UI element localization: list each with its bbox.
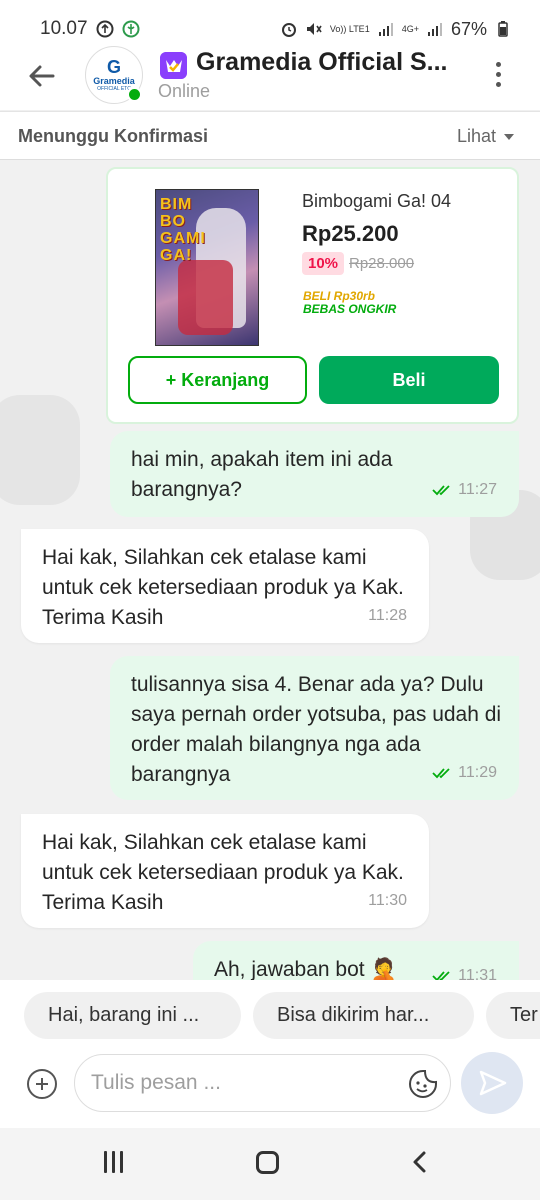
alarm-icon bbox=[281, 23, 296, 37]
message-time: 11:31 bbox=[458, 967, 497, 980]
message-text: Hai kak, Silahkan cek etalase kami untuk… bbox=[42, 546, 404, 629]
more-vertical-icon[interactable] bbox=[490, 62, 506, 90]
recent-apps-icon[interactable] bbox=[104, 1151, 128, 1173]
message-meta: 11:29 bbox=[432, 758, 497, 788]
message-bubble-incoming[interactable]: Hai kak, Silahkan cek etalase kami untuk… bbox=[21, 814, 429, 928]
message-bubble-incoming[interactable]: Hai kak, Silahkan cek etalase kami untuk… bbox=[21, 529, 429, 643]
product-card[interactable]: BIM BO GAMI GA! Bimbogami Ga! 04 Rp25.20… bbox=[106, 167, 519, 424]
order-status: Menunggu Konfirmasi bbox=[18, 126, 208, 146]
status-time: 10.07 bbox=[40, 18, 88, 39]
read-check-icon bbox=[432, 971, 450, 980]
notification-icon bbox=[96, 20, 114, 38]
message-meta: 11:30 bbox=[368, 886, 407, 916]
message-text: Hai kak, Silahkan cek etalase kami untuk… bbox=[42, 831, 404, 914]
quick-reply-bar: Hai, barang ini ... Bisa dikirim har... … bbox=[0, 980, 540, 1050]
read-check-icon bbox=[432, 485, 450, 496]
network-type: 4G+ bbox=[401, 23, 419, 34]
avatar-brand: Gramedia bbox=[93, 76, 135, 86]
free-shipping-badge: BELI Rp30rb BEBAS ONGKIR bbox=[303, 290, 396, 316]
message-text: hai min, apakah item ini ada barangnya? bbox=[131, 448, 393, 501]
order-status-bar: Menunggu Konfirmasi Lihat bbox=[0, 111, 540, 160]
system-nav-bar bbox=[0, 1128, 540, 1200]
home-icon[interactable] bbox=[256, 1151, 279, 1174]
message-text: Ah, jawaban bot 🤦 bbox=[214, 958, 397, 980]
original-price: Rp28.000 bbox=[349, 255, 415, 272]
sticker-icon[interactable] bbox=[408, 1069, 438, 1099]
battery-icon bbox=[498, 21, 508, 37]
arrow-left-icon[interactable] bbox=[26, 60, 58, 92]
message-time: 11:30 bbox=[368, 892, 407, 909]
background-decoration bbox=[0, 395, 80, 505]
see-order-label: Lihat bbox=[457, 126, 497, 146]
avatar-tagline: OFFICIAL ETC bbox=[97, 86, 131, 92]
read-check-icon bbox=[432, 768, 450, 779]
online-indicator bbox=[127, 87, 142, 102]
message-bubble-outgoing[interactable]: hai min, apakah item ini ada barangnya? … bbox=[110, 431, 519, 517]
chat-area[interactable]: BIM BO GAMI GA! Bimbogami Ga! 04 Rp25.20… bbox=[0, 160, 540, 980]
promo-line-2: BEBAS ONGKIR bbox=[303, 302, 397, 316]
message-bubble-outgoing[interactable]: Ah, jawaban bot 🤦 11:31 bbox=[193, 941, 519, 980]
plus-circle-icon[interactable] bbox=[27, 1069, 57, 1099]
message-composer: Tulis pesan ... bbox=[0, 1050, 540, 1128]
quick-reply-chip[interactable]: Bisa dikirim har... bbox=[253, 992, 474, 1039]
product-cover-image[interactable]: BIM BO GAMI GA! bbox=[155, 189, 259, 346]
send-icon bbox=[479, 1070, 507, 1096]
message-input[interactable]: Tulis pesan ... bbox=[74, 1054, 451, 1112]
message-time: 11:27 bbox=[458, 481, 497, 498]
send-button[interactable] bbox=[461, 1052, 523, 1114]
cover-title: BIM BO GAMI GA! bbox=[160, 196, 206, 264]
signal-icon bbox=[378, 23, 393, 36]
chat-header: G Gramedia OFFICIAL ETC Gramedia Officia… bbox=[0, 40, 540, 110]
product-name[interactable]: Bimbogami Ga! 04 bbox=[302, 191, 451, 212]
message-placeholder: Tulis pesan ... bbox=[91, 1071, 221, 1094]
message-meta: 11:28 bbox=[368, 601, 407, 631]
message-time: 11:29 bbox=[458, 764, 497, 781]
product-price: Rp25.200 bbox=[302, 221, 399, 246]
add-to-cart-button[interactable]: + Keranjang bbox=[128, 356, 307, 404]
app-notification-icon bbox=[122, 20, 140, 38]
store-name[interactable]: Gramedia Official S... bbox=[196, 48, 447, 77]
message-bubble-outgoing[interactable]: tulisannya sisa 4. Benar ada ya? Dulu sa… bbox=[110, 656, 519, 800]
message-time: 11:28 bbox=[368, 607, 407, 624]
see-order-button[interactable]: Lihat bbox=[457, 126, 515, 147]
store-status: Online bbox=[158, 81, 211, 101]
quick-reply-chip[interactable]: Ter bbox=[486, 992, 540, 1039]
official-store-badge-icon bbox=[160, 52, 187, 79]
chevron-down-icon bbox=[504, 133, 515, 140]
volte-label: Vo)) LTE1 bbox=[329, 23, 370, 34]
avatar-letter: G bbox=[106, 57, 121, 77]
quick-reply-chip[interactable]: Hai, barang ini ... bbox=[24, 992, 241, 1039]
signal-icon-2 bbox=[427, 23, 442, 36]
message-meta: 11:31 bbox=[432, 961, 497, 980]
back-icon[interactable] bbox=[408, 1150, 432, 1174]
battery-percent: 67% bbox=[450, 18, 487, 39]
message-meta: 11:27 bbox=[432, 475, 497, 505]
mute-icon bbox=[306, 23, 322, 35]
buy-button[interactable]: Beli bbox=[319, 356, 499, 404]
discount-badge: 10% bbox=[302, 252, 345, 275]
